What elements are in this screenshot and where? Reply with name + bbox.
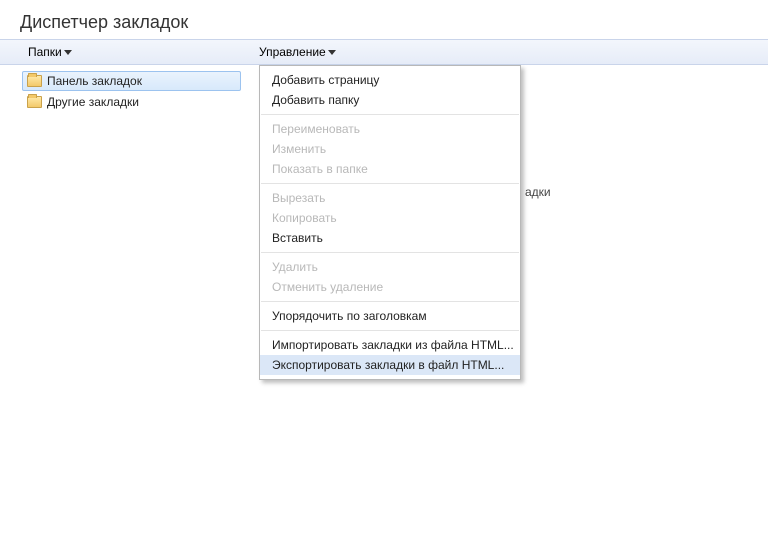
menu-item-show-in-folder: Показать в папке: [260, 159, 520, 179]
folder-icon: [27, 96, 42, 108]
sidebar: Панель закладок Другие закладки: [0, 65, 255, 547]
menu-separator: [261, 301, 519, 302]
manage-dropdown-label: Управление: [259, 45, 326, 59]
content-pane: адки Добавить страницу Добавить папку Пе…: [255, 65, 768, 547]
toolbar-left-col: Папки: [0, 40, 255, 64]
menu-item-import-html[interactable]: Импортировать закладки из файла HTML...: [260, 335, 520, 355]
sidebar-item-bookmarks-bar[interactable]: Панель закладок: [22, 71, 241, 91]
folder-icon: [27, 75, 42, 87]
page-title: Диспетчер закладок: [0, 0, 768, 39]
folders-dropdown-label: Папки: [28, 45, 62, 59]
menu-separator: [261, 183, 519, 184]
chevron-down-icon: [64, 50, 72, 55]
menu-item-add-page[interactable]: Добавить страницу: [260, 70, 520, 90]
sidebar-item-other-bookmarks[interactable]: Другие закладки: [22, 92, 241, 112]
menu-separator: [261, 252, 519, 253]
menu-item-sort-by-title[interactable]: Упорядочить по заголовкам: [260, 306, 520, 326]
chevron-down-icon: [328, 50, 336, 55]
menu-item-cut: Вырезать: [260, 188, 520, 208]
sidebar-item-label: Панель закладок: [47, 74, 142, 88]
menu-item-copy: Копировать: [260, 208, 520, 228]
manage-menu: Добавить страницу Добавить папку Переиме…: [259, 65, 521, 380]
menu-item-export-html[interactable]: Экспортировать закладки в файл HTML...: [260, 355, 520, 375]
folders-dropdown[interactable]: Папки: [28, 40, 72, 64]
menu-item-delete: Удалить: [260, 257, 520, 277]
menu-item-paste[interactable]: Вставить: [260, 228, 520, 248]
obscured-content-text: адки: [525, 185, 551, 199]
toolbar: Папки Управление: [0, 39, 768, 65]
menu-separator: [261, 114, 519, 115]
sidebar-item-label: Другие закладки: [47, 95, 139, 109]
toolbar-right-col: Управление: [255, 40, 768, 64]
menu-item-add-folder[interactable]: Добавить папку: [260, 90, 520, 110]
menu-item-rename: Переименовать: [260, 119, 520, 139]
menu-item-edit: Изменить: [260, 139, 520, 159]
menu-item-undo-delete: Отменить удаление: [260, 277, 520, 297]
main-body: Панель закладок Другие закладки адки Доб…: [0, 65, 768, 547]
manage-dropdown[interactable]: Управление: [259, 40, 336, 64]
menu-separator: [261, 330, 519, 331]
